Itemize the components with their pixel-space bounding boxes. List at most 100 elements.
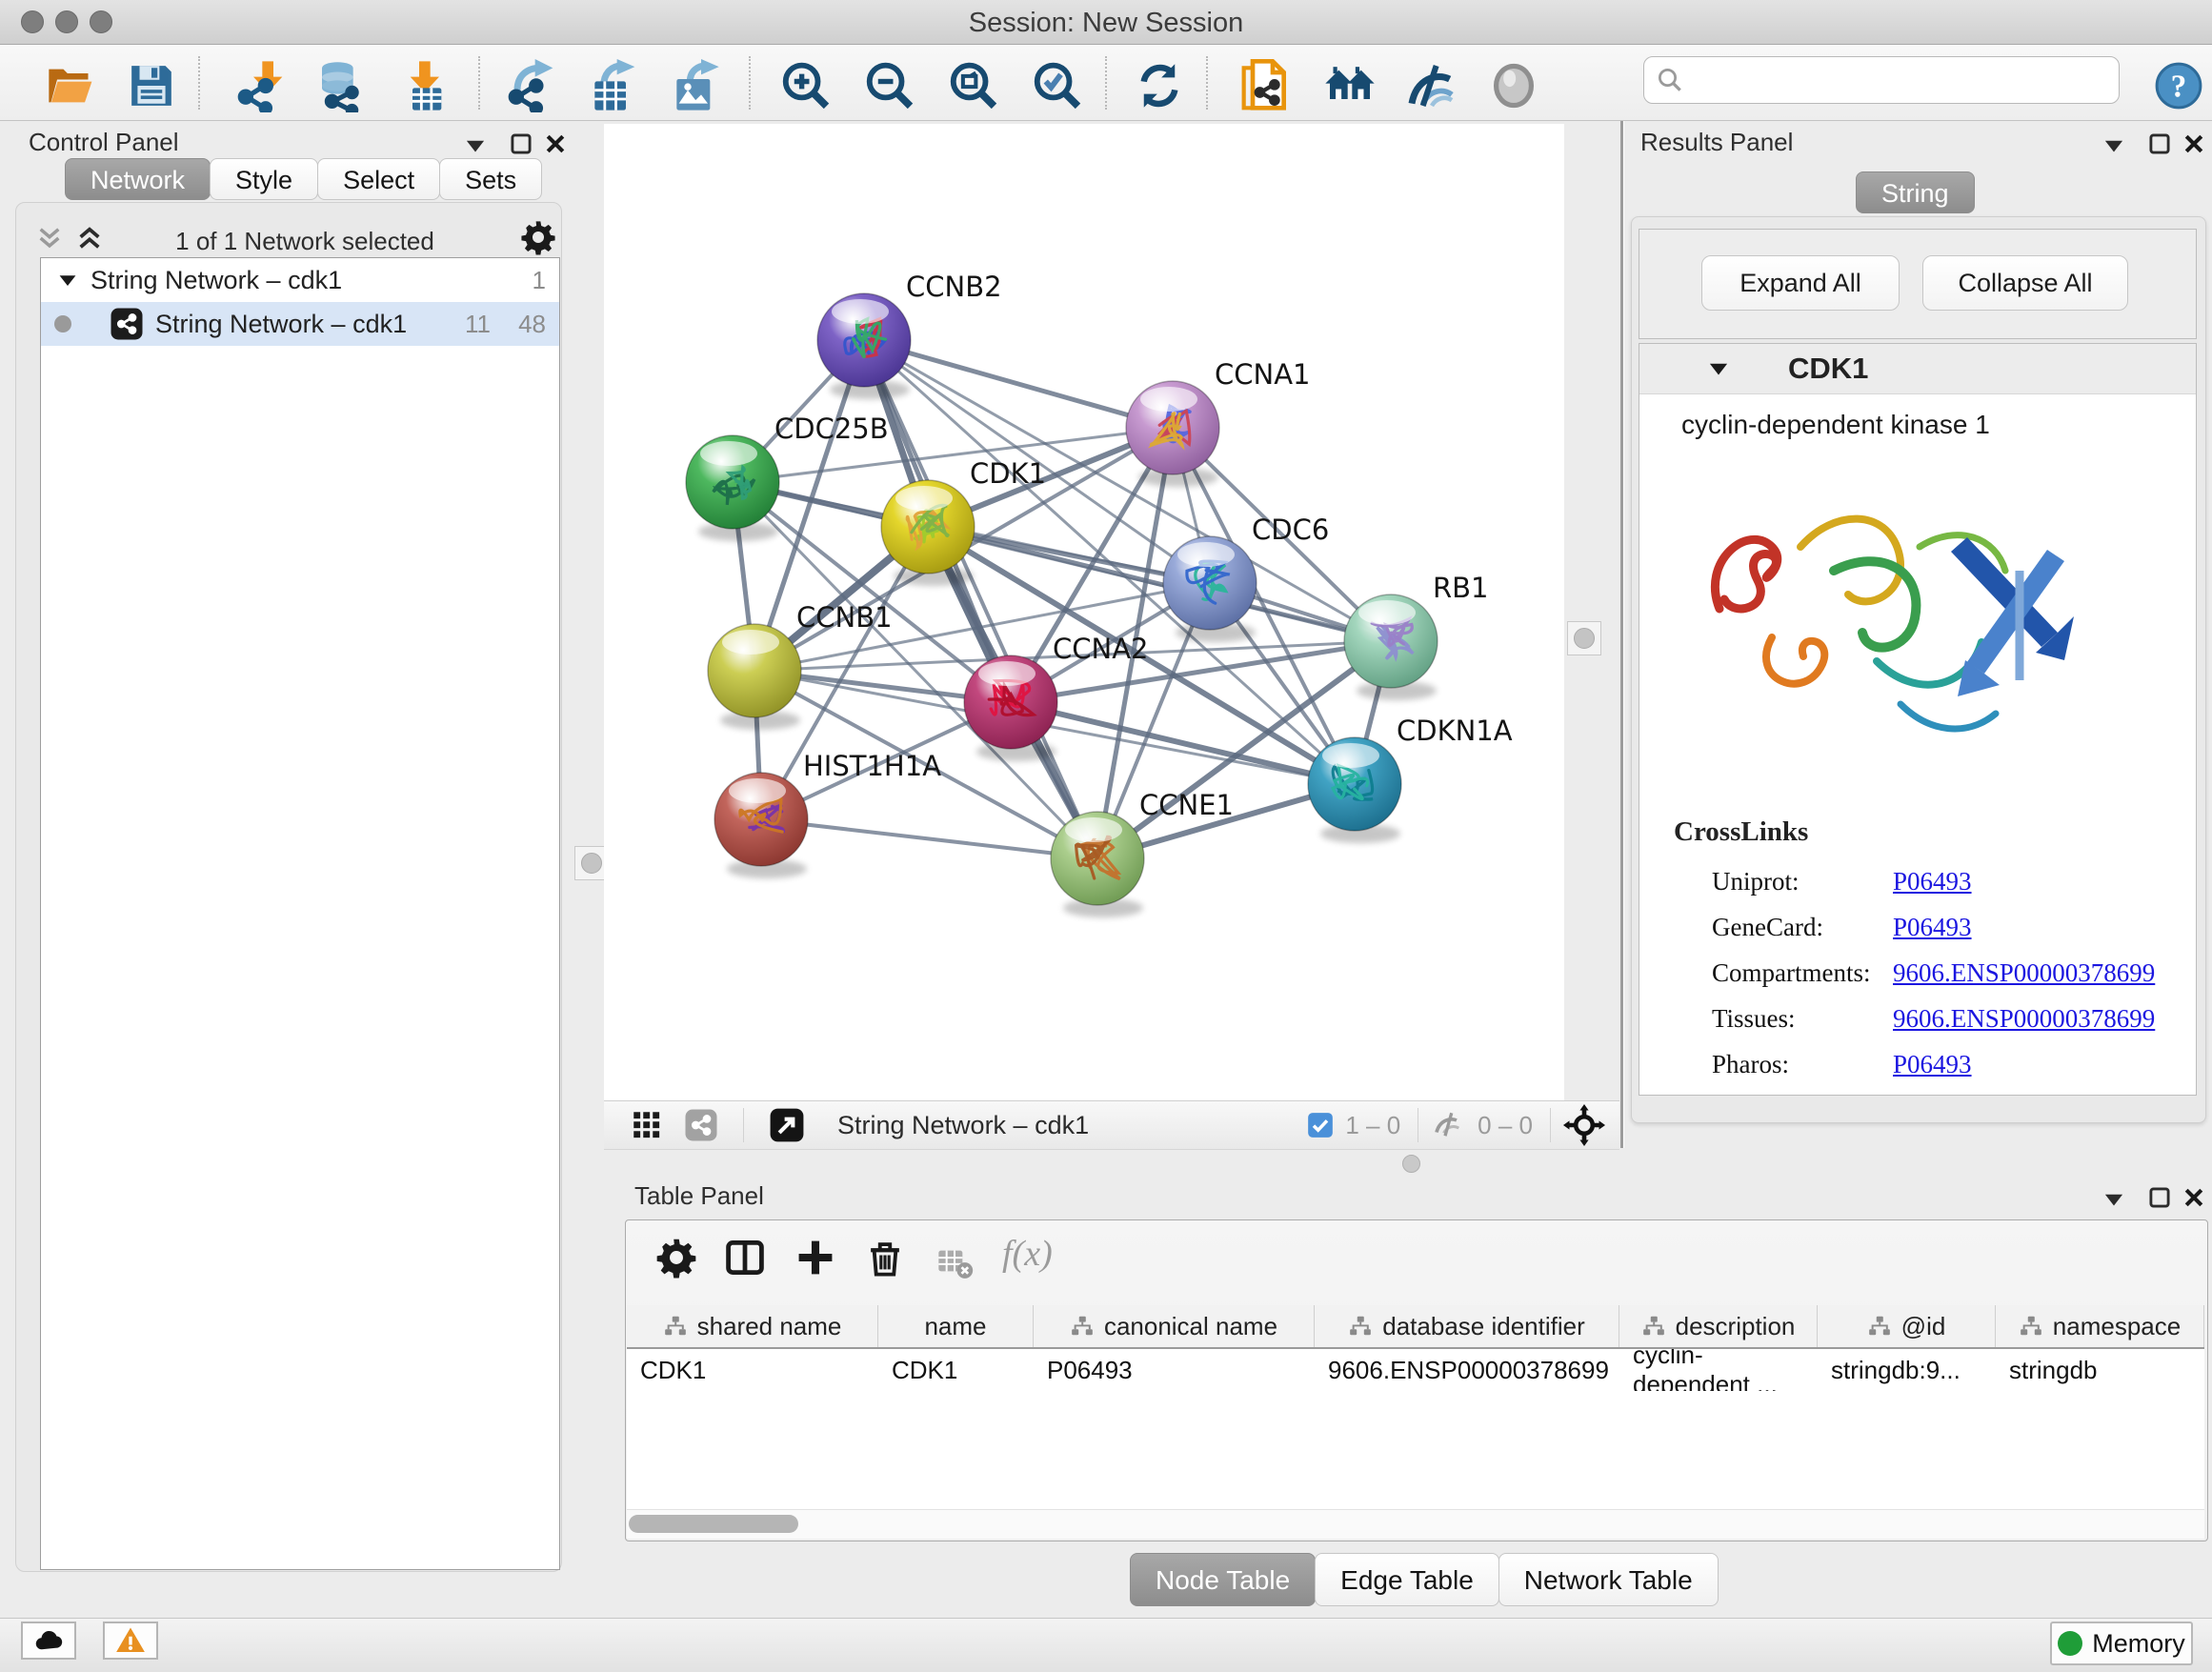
table-row[interactable]: CDK1CDK1P064939606.ENSP00000378699cyclin…: [627, 1349, 2204, 1391]
string-home-button[interactable]: [1322, 58, 1377, 113]
share-view-icon[interactable]: [684, 1108, 718, 1142]
export-table-button[interactable]: [585, 58, 640, 113]
zoom-in-button[interactable]: [777, 58, 833, 113]
open-folder-icon: [45, 61, 94, 111]
table-cell[interactable]: cyclin-dependent ...: [1619, 1349, 1818, 1391]
crosslink-row: Compartments:9606.ENSP00000378699: [1712, 950, 2169, 996]
node-label-RB1: RB1: [1433, 572, 1489, 604]
import-network-button[interactable]: [232, 58, 288, 113]
string-import-document-button[interactable]: [1238, 58, 1294, 113]
column-header-namespace[interactable]: namespace: [1996, 1305, 2204, 1347]
network-current-dot: [54, 315, 71, 332]
tab-select[interactable]: Select: [317, 158, 440, 200]
column-header--id[interactable]: @id: [1818, 1305, 1996, 1347]
crosslink-label: Tissues:: [1712, 1004, 1893, 1034]
add-column-icon[interactable]: [794, 1237, 836, 1279]
open-session-button[interactable]: [42, 58, 97, 113]
network-edge-CCNE1-HIST1H1A[interactable]: [761, 819, 1097, 858]
zoom-fit-button[interactable]: [945, 58, 1000, 113]
table-cell[interactable]: stringdb: [1996, 1349, 2204, 1391]
save-session-button[interactable]: [124, 58, 179, 113]
results-panel-close-icon[interactable]: [2182, 131, 2206, 156]
memory-button[interactable]: Memory: [2050, 1622, 2193, 1665]
control-panel-menu-icon[interactable]: [463, 133, 488, 158]
tab-edge-table[interactable]: Edge Table: [1315, 1553, 1499, 1606]
import-network-from-database-button[interactable]: [314, 58, 370, 113]
tab-string-results[interactable]: String: [1856, 171, 1975, 213]
export-image-button[interactable]: [667, 58, 722, 113]
zoom-out-button[interactable]: [861, 58, 916, 113]
crosslink-link-uniprot[interactable]: P06493: [1893, 867, 1972, 896]
column-header-database-identifier[interactable]: database identifier: [1315, 1305, 1619, 1347]
tab-network[interactable]: Network: [65, 158, 211, 200]
network-edge-CCNB2-CCNA1[interactable]: [864, 340, 1173, 428]
results-panel-title: Results Panel: [1640, 128, 1793, 157]
delete-table-icon-disabled: [935, 1244, 974, 1282]
results-splitter[interactable]: [1620, 121, 1624, 1148]
protein-collapse-caret-icon[interactable]: [1706, 356, 1731, 381]
selected-checkbox-icon[interactable]: [1307, 1112, 1334, 1138]
column-header-canonical-name[interactable]: canonical name: [1034, 1305, 1315, 1347]
table-cell[interactable]: 9606.ENSP00000378699: [1315, 1349, 1619, 1391]
show-graphics-details-button[interactable]: [1486, 58, 1541, 113]
node-label-CCNB2: CCNB2: [906, 271, 1002, 303]
bottom-splitter-handle[interactable]: [1402, 1155, 1420, 1173]
tab-style[interactable]: Style: [210, 158, 318, 200]
export-network-button[interactable]: [503, 58, 558, 113]
tab-node-table[interactable]: Node Table: [1130, 1553, 1316, 1606]
delete-column-icon[interactable]: [865, 1239, 905, 1279]
results-panel-float-icon[interactable]: [2147, 131, 2172, 156]
enhanced-labels-toggle-button[interactable]: [1404, 58, 1459, 113]
table-cell[interactable]: CDK1: [878, 1349, 1034, 1391]
column-header-name[interactable]: name: [878, 1305, 1034, 1347]
table-cell[interactable]: CDK1: [627, 1349, 878, 1391]
crosslink-link-pharos[interactable]: P06493: [1893, 1050, 1972, 1079]
tab-network-table[interactable]: Network Table: [1498, 1553, 1719, 1606]
right-splitter-handle[interactable]: [1567, 621, 1601, 655]
column-header-shared-name[interactable]: shared name: [627, 1305, 878, 1347]
warnings-button[interactable]: [103, 1622, 158, 1660]
help-button[interactable]: ?: [2151, 58, 2206, 113]
table-header-row: shared namenamecanonical namedatabase id…: [627, 1305, 2204, 1349]
birdseye-crosshair-icon[interactable]: [1562, 1103, 1606, 1147]
results-panel-menu-icon[interactable]: [2101, 133, 2126, 158]
cloud-status-button[interactable]: [21, 1622, 76, 1660]
collapse-all-button[interactable]: Collapse All: [1922, 255, 2128, 311]
table-cell[interactable]: stringdb:9...: [1818, 1349, 1996, 1391]
expand-all-button[interactable]: Expand All: [1701, 255, 1900, 311]
table-hscrollbar-thumb[interactable]: [629, 1515, 798, 1533]
refresh-button[interactable]: [1132, 58, 1187, 113]
network-collection-row[interactable]: String Network – cdk1 1: [41, 258, 559, 302]
hidden-eye-icon[interactable]: [1434, 1108, 1468, 1142]
detach-view-icon[interactable]: [769, 1107, 805, 1143]
search-input[interactable]: [1692, 65, 2105, 96]
network-options-gear-icon[interactable]: [520, 219, 556, 255]
crosslink-link-genecard[interactable]: P06493: [1893, 913, 1972, 942]
control-panel-float-icon[interactable]: [509, 131, 533, 156]
expand-all-icon[interactable]: [74, 223, 105, 253]
main-toolbar: ?: [0, 45, 2212, 121]
crosslink-link-tissues[interactable]: 9606.ENSP00000378699: [1893, 1004, 2155, 1034]
table-options-gear-icon[interactable]: [655, 1237, 697, 1279]
collapse-all-icon[interactable]: [34, 223, 65, 253]
tab-sets[interactable]: Sets: [439, 158, 542, 200]
show-columns-icon[interactable]: [724, 1237, 766, 1279]
crosslink-link-compartments[interactable]: 9606.ENSP00000378699: [1893, 958, 2155, 988]
table-cell[interactable]: P06493: [1034, 1349, 1315, 1391]
zoom-selected-button[interactable]: [1029, 58, 1084, 113]
protein-card-header[interactable]: CDK1: [1639, 344, 2196, 394]
network-row-selected[interactable]: String Network – cdk1 11 48: [41, 302, 559, 346]
collection-expand-caret-icon[interactable]: [56, 269, 79, 292]
database-network-icon: [315, 59, 369, 112]
table-panel-menu-icon[interactable]: [2101, 1187, 2126, 1212]
grid-view-icon[interactable]: [633, 1111, 661, 1139]
import-table-button[interactable]: [398, 58, 453, 113]
table-panel-float-icon[interactable]: [2147, 1185, 2172, 1210]
table-hscrollbar[interactable]: [627, 1509, 2204, 1539]
footer-separator: [1550, 1108, 1551, 1142]
table-panel-close-icon[interactable]: [2182, 1185, 2206, 1210]
control-panel-close-icon[interactable]: [543, 131, 568, 156]
column-header-description[interactable]: description: [1619, 1305, 1818, 1347]
column-type-icon: [663, 1314, 688, 1339]
network-graph[interactable]: CCNB2CCNA1CDC25BCDK1CDC6RB1CCNB1CCNA2CDK…: [604, 124, 1564, 1100]
